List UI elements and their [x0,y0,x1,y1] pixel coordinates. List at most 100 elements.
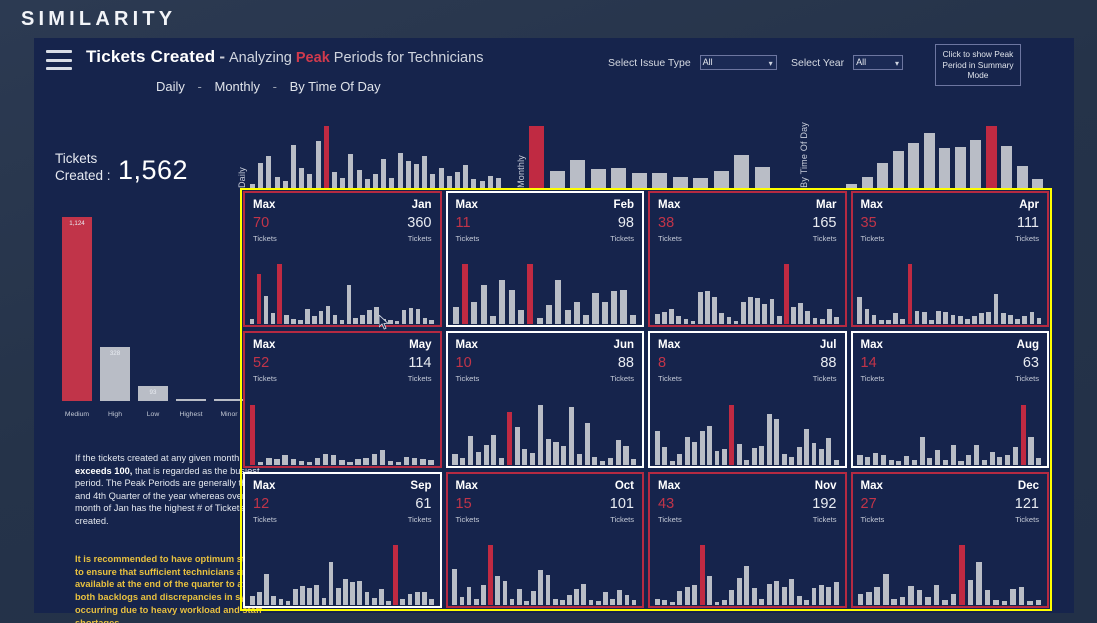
sparkline-bar[interactable] [274,176,280,188]
sparkline-monthly[interactable]: Monthly [516,120,791,188]
severity-bar[interactable]: 1,124 [62,217,92,401]
month-card-bar[interactable] [553,442,559,465]
month-card-bar[interactable] [298,319,303,325]
month-card-jun[interactable]: Max Jun 10 88 Tickets Tickets [445,331,644,468]
month-card-bar[interactable] [263,295,269,325]
month-card-bar[interactable] [347,462,353,465]
month-card-bar[interactable] [921,312,927,325]
month-card-bar[interactable] [662,600,668,605]
month-card-bar[interactable] [249,404,256,465]
month-card-bar[interactable] [321,597,327,605]
month-card-bar[interactable] [393,544,399,605]
month-card-bar[interactable] [480,284,487,325]
nav-item-daily[interactable]: Daily [156,79,185,94]
month-card-bar[interactable] [394,321,400,325]
month-card-bar[interactable] [502,581,508,605]
month-card-bar[interactable] [1001,601,1008,605]
month-card-bar[interactable] [631,459,637,465]
month-card-bar[interactable] [796,446,802,465]
month-card-bar[interactable] [865,457,871,465]
sparkline-bar[interactable] [389,177,395,188]
sparkline-bar[interactable] [291,145,296,188]
sparkline-bar[interactable] [713,170,729,188]
month-card-bar[interactable] [973,444,980,465]
month-card-dec[interactable]: Max Dec 27 121 Tickets Tickets [850,471,1049,608]
severity-bar-column[interactable] [176,399,206,401]
month-card-bar[interactable] [736,577,742,605]
sparkline-bar[interactable] [455,172,460,188]
month-card-bar[interactable] [1015,318,1020,325]
month-card-bar[interactable] [699,431,705,465]
sparkline-bar[interactable] [908,143,919,188]
month-card-daily-chart[interactable] [857,397,1044,465]
month-card-bar[interactable] [929,320,934,325]
month-card-bar[interactable] [986,312,992,325]
month-card-bar[interactable] [346,285,352,325]
month-card-bar[interactable] [264,573,269,605]
month-card-daily-chart[interactable] [857,537,1044,605]
month-card-bar[interactable] [620,289,627,325]
month-card-bar[interactable] [781,454,787,465]
month-card-daily-chart[interactable] [857,256,1044,325]
month-card-bar[interactable] [387,461,394,465]
month-card-bar[interactable] [888,459,894,465]
month-card-bar[interactable] [291,318,296,325]
month-card-bar[interactable] [363,457,369,465]
month-card-bar[interactable] [266,457,272,465]
sparkline-bar[interactable] [332,172,337,188]
month-card-bar[interactable] [564,310,571,325]
month-card-bar[interactable] [748,296,753,325]
month-card-bar[interactable] [610,598,615,605]
month-card-bar[interactable] [776,315,782,325]
sparkline-bar[interactable] [323,126,329,188]
month-card-bar[interactable] [1036,458,1042,465]
month-card-bar[interactable] [387,319,393,325]
month-card-bar[interactable] [826,437,832,465]
month-card-bar[interactable] [981,459,987,465]
month-card-bar[interactable] [1022,316,1028,325]
sparkline-bar[interactable] [487,175,493,188]
sparkline-bar[interactable] [549,171,565,188]
month-card-bar[interactable] [791,306,796,325]
month-card-bar[interactable] [306,462,313,465]
month-card-bar[interactable] [967,579,974,605]
sparkline-daily[interactable]: Daily [237,120,512,188]
month-card-bar[interactable] [559,599,565,605]
month-card-bar[interactable] [400,599,406,605]
month-card-daily-chart[interactable] [654,256,841,325]
month-card-bar[interactable] [740,301,746,325]
sparkline-bar[interactable] [414,164,419,188]
month-card-bar[interactable] [318,311,324,325]
month-card-bar[interactable] [942,599,948,605]
month-card-bar[interactable] [827,309,832,325]
month-card-bar[interactable] [936,310,941,325]
month-card-bar[interactable] [755,298,760,325]
month-card-bar[interactable] [899,597,906,605]
severity-bar[interactable] [176,399,206,401]
sparkline-bar[interactable] [923,133,935,188]
month-card-bar[interactable] [623,446,629,465]
month-card-bar[interactable] [545,438,551,465]
month-card-bar[interactable] [880,454,886,465]
month-card-bar[interactable] [595,601,601,605]
sparkline-bar[interactable] [397,153,403,188]
month-card-bar[interactable] [488,544,493,605]
month-card-bar[interactable] [1036,317,1042,325]
month-card-bar[interactable] [452,454,458,465]
month-card-bar[interactable] [819,319,825,325]
month-card-mar[interactable]: Max Mar 38 165 Tickets Tickets [648,191,847,328]
sparkline-bar[interactable] [985,126,997,188]
month-card-bar[interactable] [466,587,472,605]
sparkline-bar[interactable] [479,181,485,188]
month-card-bar[interactable] [588,599,594,605]
month-card-oct[interactable]: Max Oct 15 101 Tickets Tickets [445,471,644,608]
severity-bar[interactable]: 93 [138,385,168,401]
sparkline-bar[interactable] [381,158,387,188]
month-card-feb[interactable]: Max Feb 11 98 Tickets Tickets [445,191,644,328]
month-card-bar[interactable] [343,579,348,605]
sparkline-bar[interactable] [340,177,346,188]
month-card-bar[interactable] [524,601,529,605]
month-card-bar[interactable] [452,568,458,605]
month-card-bar[interactable] [812,318,818,325]
month-card-bar[interactable] [278,599,284,605]
